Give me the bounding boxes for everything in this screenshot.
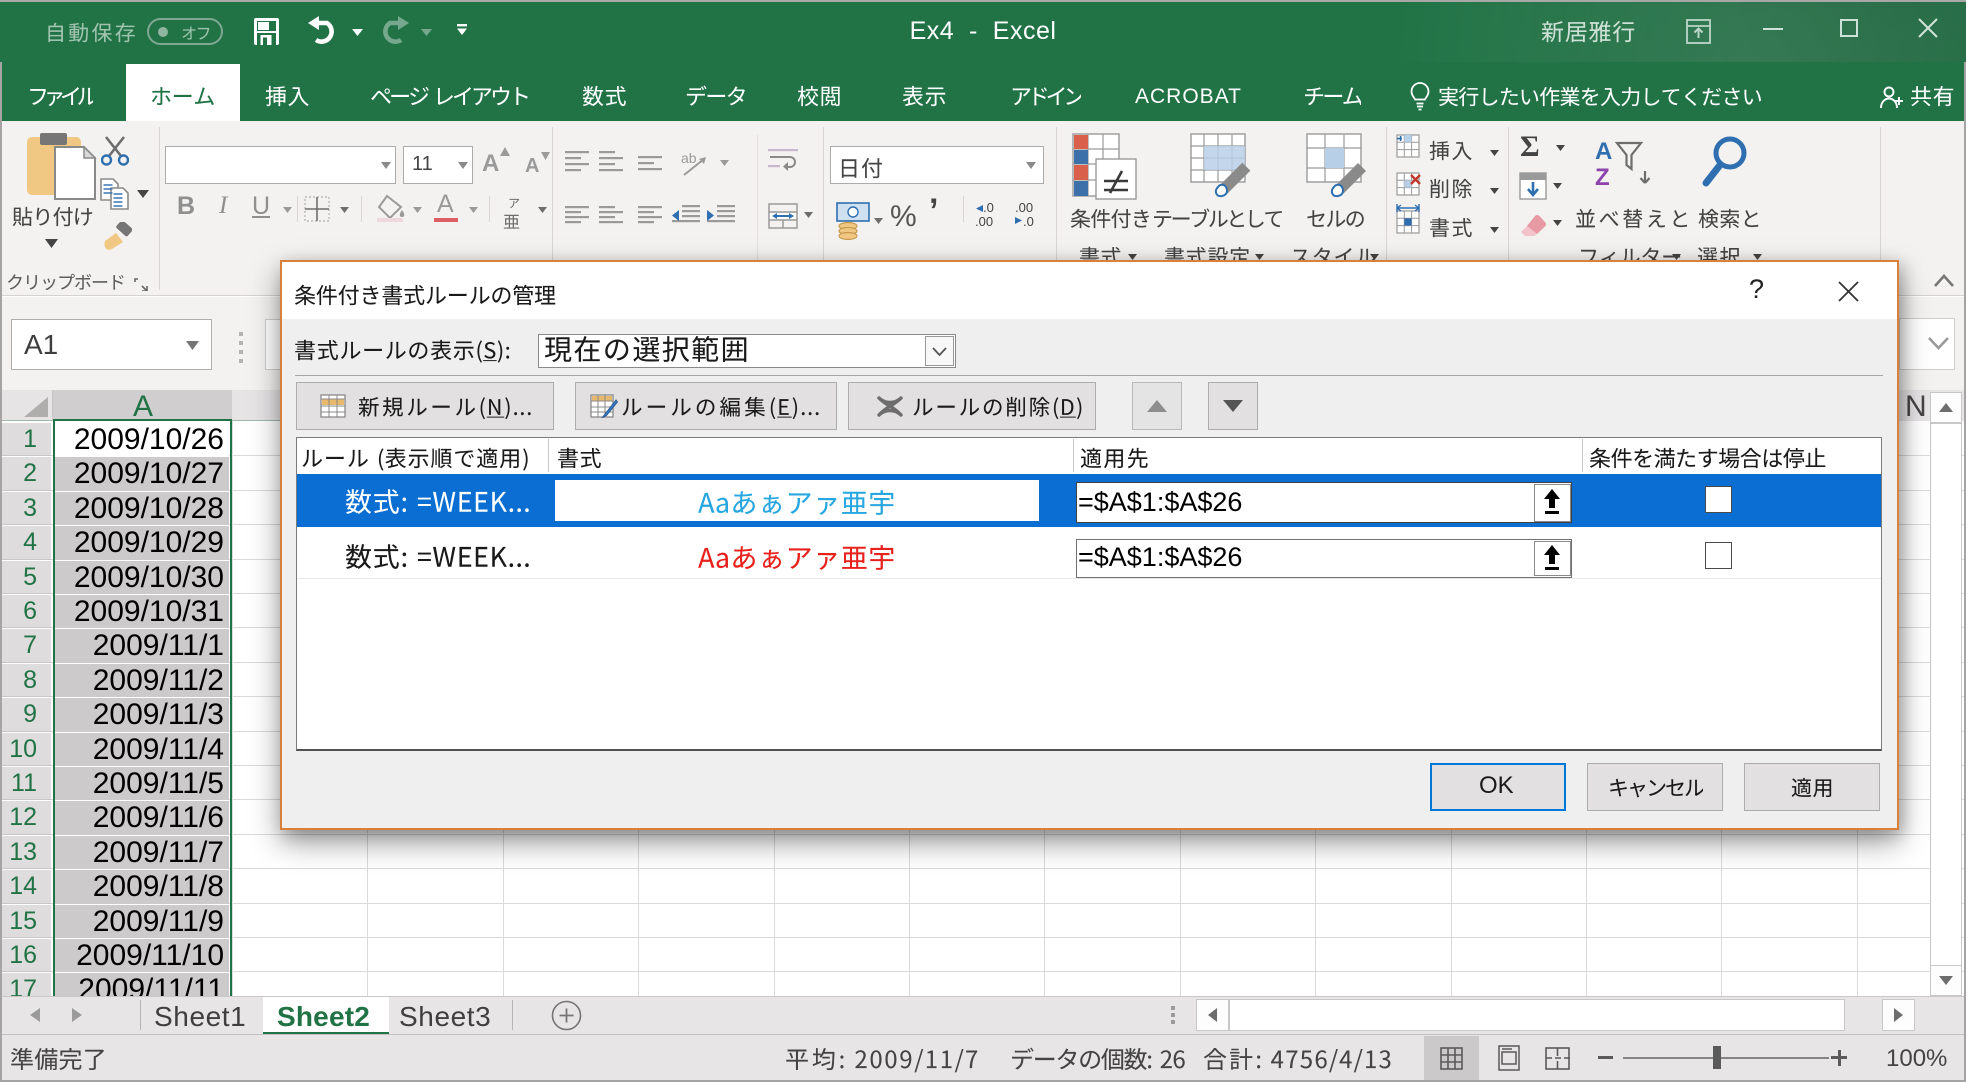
svg-text:.0: .0 (983, 200, 994, 215)
svg-text:.00: .00 (975, 214, 993, 229)
svg-text:Z: Z (1595, 164, 1610, 191)
svg-text:.00: .00 (1015, 200, 1033, 215)
svg-text:.0: .0 (1023, 214, 1034, 229)
svg-text:ab: ab (681, 150, 697, 166)
svg-text:A: A (1595, 138, 1612, 165)
